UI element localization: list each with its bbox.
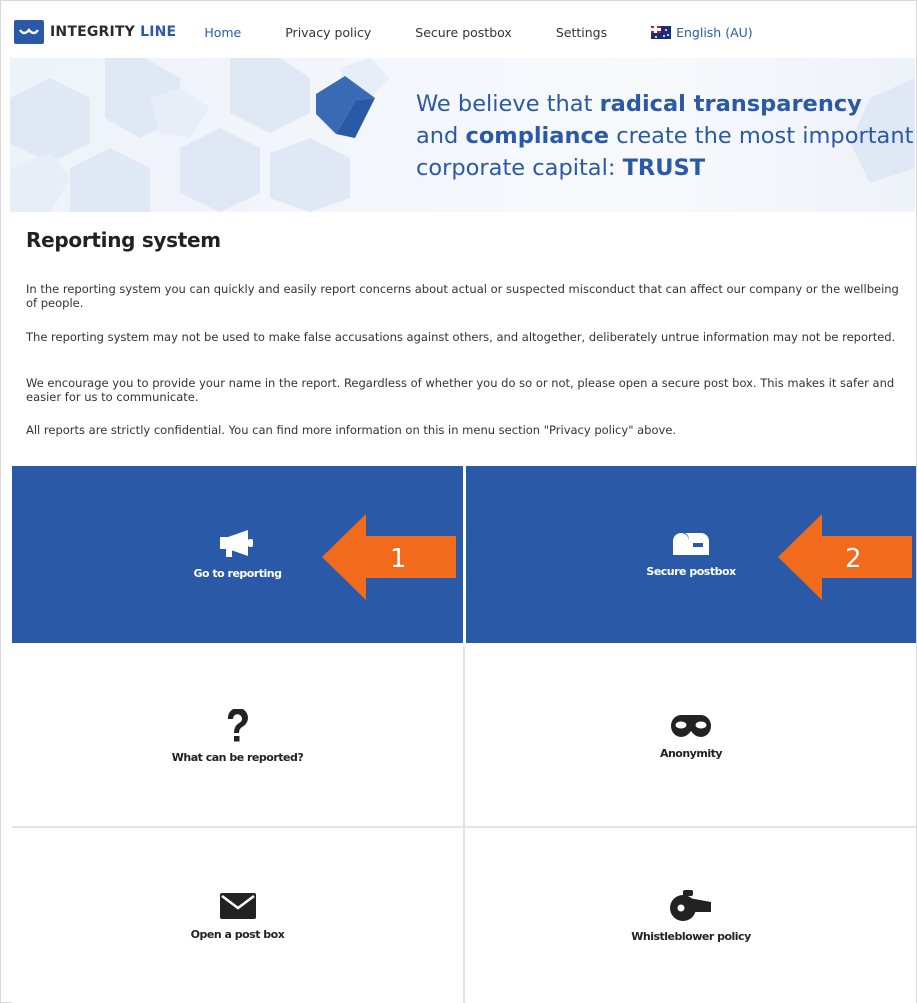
- tile-grid-divider-horizontal: [12, 826, 916, 828]
- language-selector[interactable]: English (AU): [651, 25, 753, 40]
- logo-text-line: LINE: [140, 24, 177, 40]
- open-a-post-box-tile[interactable]: Open a post box: [12, 829, 463, 1003]
- main-nav: Home Privacy policy Secure postbox Setti…: [204, 25, 752, 40]
- open-a-post-box-label: Open a post box: [190, 927, 285, 941]
- nav-secure-postbox[interactable]: Secure postbox: [415, 25, 512, 40]
- page-title: Reporting system: [26, 228, 221, 252]
- tile-grid-divider-vertical: [463, 646, 465, 1003]
- whistleblower-policy-tile[interactable]: Whistleblower policy: [466, 829, 916, 1003]
- logo-text-integrity: INTEGRITY: [50, 24, 136, 40]
- top-navigation-bar: INTEGRITY LINE Home Privacy policy Secur…: [10, 8, 915, 56]
- logo-text: INTEGRITY LINE: [50, 24, 176, 40]
- intro-paragraph-3: We encourage you to provide your name in…: [26, 376, 895, 404]
- whistleblower-policy-label: Whistleblower policy: [631, 929, 751, 943]
- question-icon: [227, 708, 248, 741]
- mask-icon: [671, 714, 711, 737]
- secure-postbox-label: Secure postbox: [646, 565, 736, 578]
- banner-tagline: We believe that radical transparency and…: [416, 88, 913, 184]
- integrity-line-logo[interactable]: INTEGRITY LINE: [14, 20, 176, 44]
- intro-paragraph-1: In the reporting system you can quickly …: [26, 282, 899, 310]
- envelope-icon: [219, 892, 256, 919]
- tagline-line-2: and compliance create the most important: [416, 120, 913, 152]
- intro-paragraph-2: The reporting system may not be used to …: [26, 330, 896, 344]
- nav-home[interactable]: Home: [204, 25, 241, 40]
- tagline-line-3: corporate capital: TRUST: [416, 152, 913, 184]
- annotation-number-2: 2: [845, 544, 862, 574]
- tagline-2b: compliance: [465, 123, 610, 149]
- nav-settings[interactable]: Settings: [556, 25, 607, 40]
- tagline-2a: and: [416, 123, 466, 149]
- nav-privacy-policy[interactable]: Privacy policy: [285, 25, 371, 40]
- what-can-be-reported-label: What can be reported?: [171, 750, 304, 764]
- language-label: English (AU): [676, 24, 753, 40]
- anonymity-label: Anonymity: [659, 746, 723, 760]
- hero-banner: We believe that radical transparency and…: [10, 58, 915, 212]
- anonymity-tile[interactable]: Anonymity: [466, 646, 916, 826]
- tagline-3b: TRUST: [622, 155, 706, 181]
- what-can-be-reported-tile[interactable]: What can be reported?: [12, 646, 463, 826]
- logo-wave-icon: [14, 20, 44, 44]
- mailbox-icon: [673, 533, 709, 555]
- whistle-icon: [670, 889, 711, 921]
- megaphone-icon: [219, 530, 253, 557]
- annotation-number-1: 1: [390, 544, 407, 574]
- intro-paragraph-4: All reports are strictly confidential. Y…: [26, 423, 677, 437]
- go-to-reporting-label: Go to reporting: [193, 567, 282, 580]
- tagline-2c: create the most important: [609, 123, 914, 149]
- tagline-3a: corporate capital:: [416, 155, 623, 181]
- tagline-1b: radical transparency: [599, 91, 862, 117]
- australia-flag-icon: [651, 25, 672, 39]
- tagline-1a: We believe that: [416, 91, 600, 117]
- tagline-line-1: We believe that radical transparency: [416, 88, 913, 120]
